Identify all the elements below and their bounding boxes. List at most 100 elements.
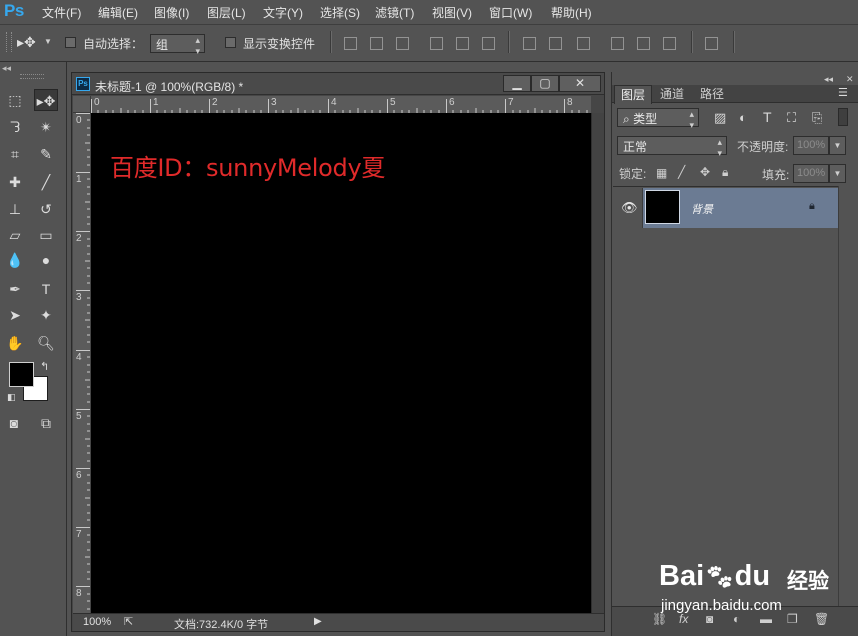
vertical-scrollbar[interactable] <box>591 113 604 613</box>
menu-layer[interactable]: 图层(L) <box>207 4 246 21</box>
menu-help[interactable]: 帮助(H) <box>551 4 592 21</box>
menu-view[interactable]: 视图(V) <box>432 4 472 21</box>
eye-icon[interactable]: 👁︎ <box>621 200 638 216</box>
filter-pixel-icon[interactable]: ▨ <box>714 110 726 126</box>
auto-select-dropdown[interactable]: 组 ▴ ▾ <box>150 34 205 56</box>
options-grip[interactable] <box>6 32 12 52</box>
layer-filter-dropdown[interactable]: ⌕ 类型 ▴ ▾ <box>617 108 699 130</box>
history-brush-tool-icon[interactable]: ↺ <box>34 198 58 220</box>
fill-dropdown-button[interactable]: ▼ <box>829 164 846 183</box>
move-tool-preset-icon[interactable]: ▸✥ <box>17 34 36 51</box>
tab-layers[interactable]: 图层 <box>614 85 653 104</box>
align-hcenter-icon[interactable] <box>456 37 469 50</box>
screen-mode-icon[interactable]: ⧉ <box>34 412 58 434</box>
show-transform-checkbox[interactable] <box>225 37 236 48</box>
dodge-tool-icon[interactable]: ● <box>34 249 58 271</box>
align-left-icon[interactable] <box>430 37 443 50</box>
link-layers-icon[interactable]: ⛓ <box>652 612 667 626</box>
gradient-tool-icon[interactable]: ▭ <box>34 224 58 246</box>
menu-type[interactable]: 文字(Y) <box>263 4 303 21</box>
crop-tool-icon[interactable]: ⌗ <box>3 143 27 165</box>
add-mask-icon[interactable]: ◙ <box>706 612 713 626</box>
opacity-input[interactable]: 100% <box>793 136 829 155</box>
pen-tool-icon[interactable]: ✒ <box>3 278 27 300</box>
blend-mode-dropdown[interactable]: 正常 ▴ ▾ <box>617 136 727 158</box>
export-icon[interactable]: ⇱ <box>124 615 133 628</box>
auto-align-icon[interactable] <box>705 37 718 50</box>
new-layer-icon[interactable]: ❐ <box>787 612 798 626</box>
align-top-icon[interactable] <box>344 37 357 50</box>
path-select-tool-icon[interactable]: ➤ <box>3 304 27 326</box>
menu-select[interactable]: 选择(S) <box>320 4 360 21</box>
opacity-dropdown-button[interactable]: ▼ <box>829 136 846 155</box>
magic-wand-tool-icon[interactable]: ✴ <box>34 116 58 138</box>
lock-all-icon[interactable]: 🔒︎ <box>722 165 728 180</box>
adjustment-layer-icon[interactable]: ◐ <box>733 612 740 626</box>
document-canvas[interactable] <box>91 113 591 613</box>
close-button[interactable]: ✕ <box>559 75 601 92</box>
filter-toggle-switch[interactable] <box>838 108 848 126</box>
fill-input[interactable]: 100% <box>793 164 829 183</box>
ruler-origin[interactable] <box>73 96 91 113</box>
lock-position-icon[interactable]: ✥ <box>700 165 710 179</box>
stamp-tool-icon[interactable]: ⊥ <box>3 198 27 220</box>
eyedropper-tool-icon[interactable]: ✎ <box>34 143 58 165</box>
panel-expand-icon[interactable]: ◂◂ <box>824 74 833 85</box>
brush-tool-icon[interactable]: ╱ <box>34 171 58 193</box>
toolbar-grip[interactable] <box>20 74 44 79</box>
eraser-tool-icon[interactable]: ▱ <box>3 224 27 246</box>
swap-colors-icon[interactable]: ↰ <box>40 360 49 373</box>
align-bottom-icon[interactable] <box>396 37 409 50</box>
menu-filter[interactable]: 滤镜(T) <box>375 4 414 21</box>
menu-edit[interactable]: 编辑(E) <box>98 4 138 21</box>
distribute-top-icon[interactable] <box>523 37 536 50</box>
canvas-text-layer[interactable]: 百度ID：sunnyMelody夏 <box>110 148 385 183</box>
layer-list-scrollbar[interactable] <box>838 186 858 606</box>
layer-thumbnail[interactable] <box>645 190 680 224</box>
default-colors-icon[interactable]: ◧ <box>7 392 16 403</box>
new-group-icon[interactable]: ▬ <box>760 612 772 626</box>
menu-file[interactable]: 文件(F) <box>42 4 81 21</box>
foreground-color-swatch[interactable] <box>9 362 34 387</box>
distribute-bottom-icon[interactable] <box>577 37 590 50</box>
filter-adjustment-icon[interactable]: ◐ <box>739 110 747 125</box>
tab-paths[interactable]: 路径 <box>694 85 730 103</box>
lock-pixels-icon[interactable]: ╱ <box>678 165 685 179</box>
align-vcenter-icon[interactable] <box>370 37 383 50</box>
filter-shape-icon[interactable]: ⛶ <box>787 110 796 126</box>
move-tool-icon[interactable]: ▸✥ <box>34 89 58 111</box>
blur-tool-icon[interactable]: 💧 <box>3 249 27 271</box>
maximize-button[interactable]: ▢ <box>531 75 559 92</box>
collapse-icon[interactable]: ◂◂ <box>2 63 11 74</box>
filter-type-icon[interactable]: T <box>763 109 772 125</box>
auto-select-checkbox[interactable] <box>65 37 76 48</box>
panel-close-icon[interactable]: ✕ <box>846 74 854 85</box>
healing-brush-tool-icon[interactable]: ✚ <box>3 171 27 193</box>
layer-style-icon[interactable]: fx <box>679 612 688 626</box>
tab-channels[interactable]: 通道 <box>654 85 690 103</box>
quick-mask-icon[interactable]: ◙ <box>2 412 26 434</box>
distribute-hcenter-icon[interactable] <box>637 37 650 50</box>
minimize-button[interactable]: ▁ <box>503 75 531 92</box>
filter-smart-object-icon[interactable]: ⎘ <box>812 110 822 126</box>
type-tool-icon[interactable]: T <box>34 278 58 300</box>
lock-transparent-icon[interactable]: ▦ <box>656 166 667 180</box>
zoom-tool-icon[interactable]: 🔍︎ <box>34 332 58 354</box>
distribute-right-icon[interactable] <box>663 37 676 50</box>
distribute-left-icon[interactable] <box>611 37 624 50</box>
lasso-tool-icon[interactable]: ᘊ <box>3 116 27 138</box>
status-menu-arrow-icon[interactable]: ▶ <box>314 616 322 627</box>
marquee-tool-icon[interactable]: ⬚ <box>3 89 27 111</box>
align-right-icon[interactable] <box>482 37 495 50</box>
layer-name[interactable]: 背景 <box>691 201 713 217</box>
chevron-down-icon[interactable]: ▼ <box>44 37 52 46</box>
panel-menu-icon[interactable]: ☰ <box>838 86 848 99</box>
menu-window[interactable]: 窗口(W) <box>489 4 532 21</box>
trash-icon[interactable]: 🗑︎ <box>814 612 829 626</box>
hand-tool-icon[interactable]: ✋ <box>3 332 27 354</box>
watermark-brand: Bai <box>659 560 705 592</box>
menu-image[interactable]: 图像(I) <box>154 4 189 21</box>
distribute-vcenter-icon[interactable] <box>549 37 562 50</box>
zoom-level[interactable]: 100% <box>83 616 111 628</box>
shape-tool-icon[interactable]: ✦ <box>34 304 58 326</box>
